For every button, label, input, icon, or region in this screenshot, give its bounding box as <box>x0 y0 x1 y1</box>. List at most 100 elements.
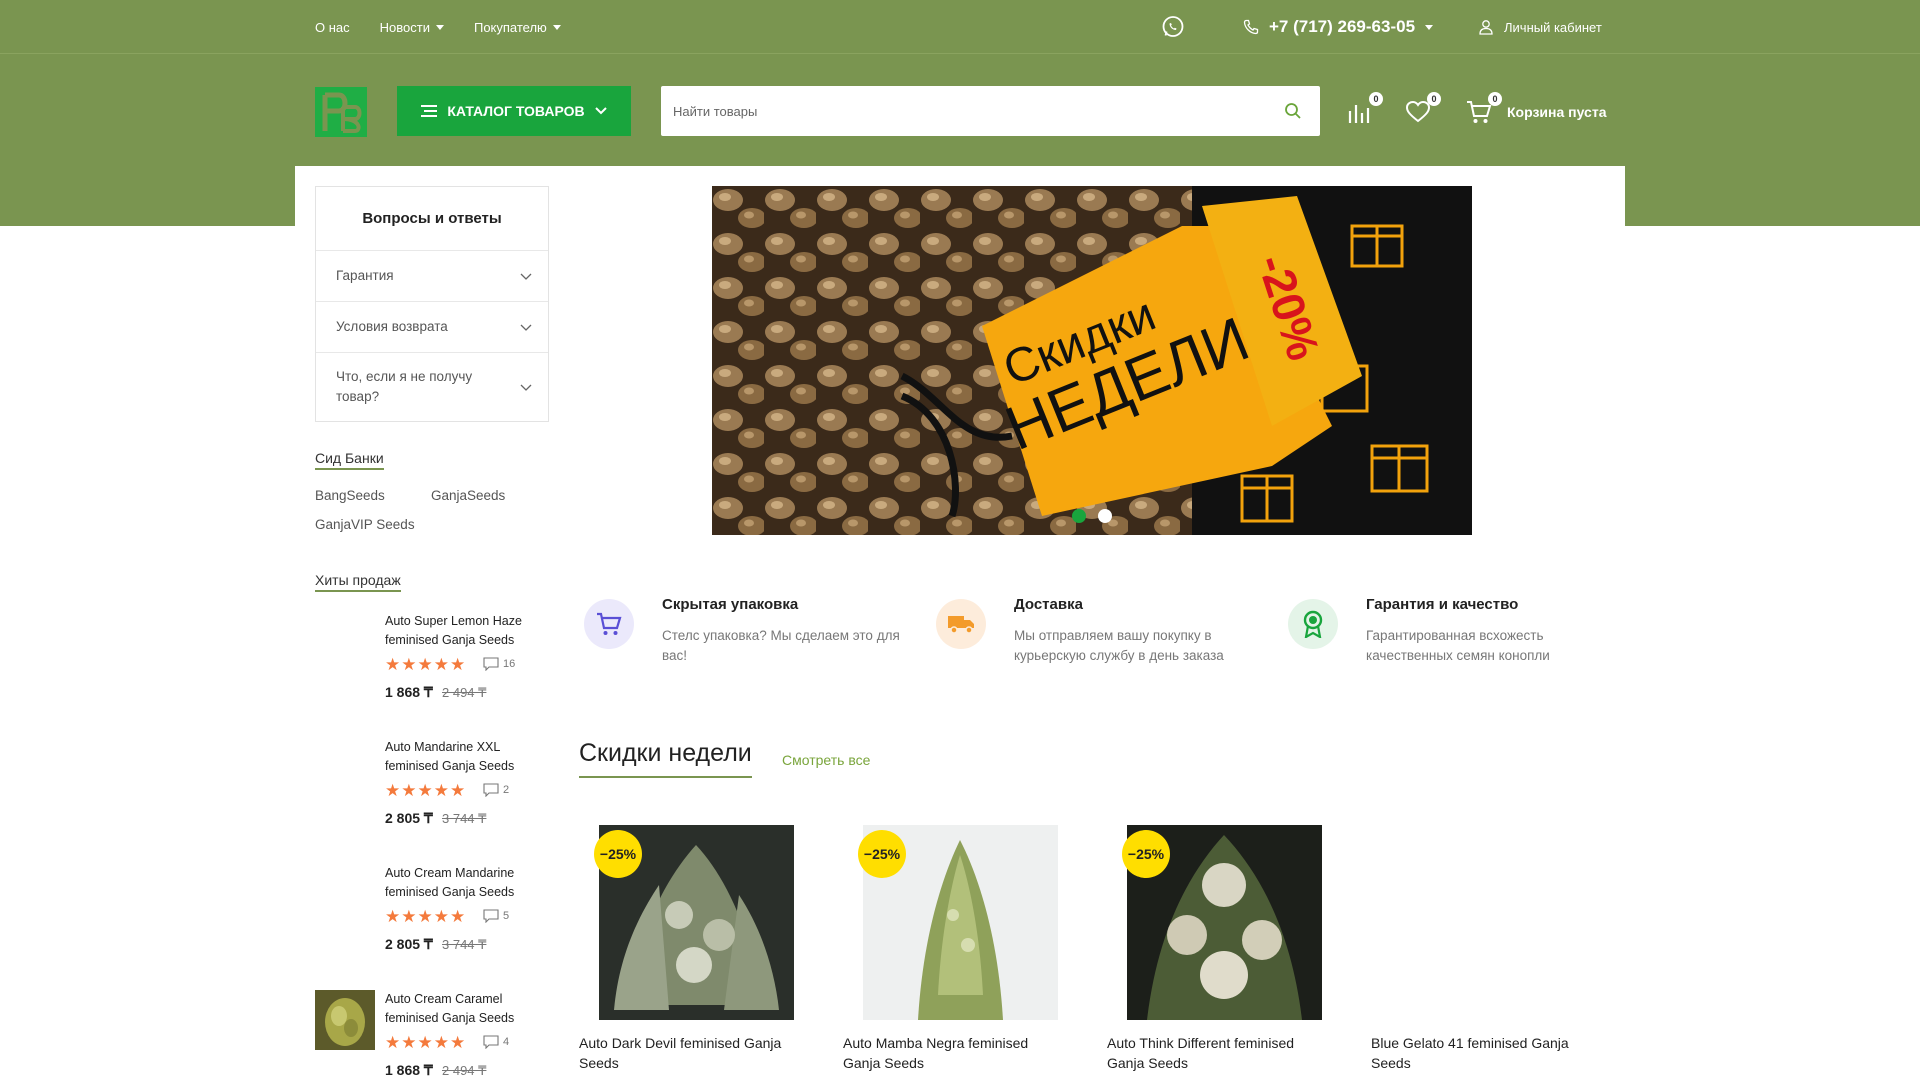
cart-button[interactable]: 0 <box>1466 92 1502 125</box>
rating-stars: ★ ★ ★ ★ ★ <box>385 655 466 674</box>
nav-label: Новости <box>379 19 430 35</box>
comment-icon <box>483 657 499 671</box>
feature-text: Гарантированная всхожесть качественных с… <box>1366 628 1550 663</box>
chevron-down-icon <box>1425 24 1434 30</box>
discounts-title: Скидки недели <box>579 739 752 778</box>
product-name[interactable]: Blue Gelato 41 feminised Ganja Seeds <box>1371 1033 1586 1073</box>
reviews-count[interactable]: 5 <box>483 909 509 923</box>
account-link[interactable]: Личный кабинет <box>1478 0 1602 54</box>
price: 1 868 ₸ <box>385 684 433 700</box>
whatsapp-icon[interactable] <box>1161 15 1185 39</box>
truck-icon <box>936 599 986 649</box>
rating-stars: ★ ★ ★ ★ ★ <box>385 1033 466 1052</box>
reviews-count[interactable]: 2 <box>483 783 509 797</box>
search-icon[interactable] <box>1284 102 1302 120</box>
bestseller-item[interactable]: Auto Mandarine XXL feminised Ganja Seeds… <box>315 738 555 838</box>
seed-bank-link[interactable]: BangSeeds <box>315 488 385 503</box>
menu-icon <box>421 105 438 117</box>
compare-icon <box>1348 105 1370 123</box>
feature-stealth: Скрытая упаковка Стелс упаковка? Мы сдел… <box>584 593 924 673</box>
product-card[interactable]: −25% Auto Dark Devil feminised Ganja See… <box>579 825 809 1080</box>
nav-item-about[interactable]: О нас <box>315 20 350 35</box>
cart-icon <box>584 599 634 649</box>
rating-stars: ★ ★ ★ ★ ★ <box>385 907 466 926</box>
feature-text: Стелс упаковка? Мы сделаем это для вас! <box>662 628 900 663</box>
comment-icon <box>483 909 499 923</box>
faq-title: Вопросы и ответы <box>316 187 548 251</box>
reviews-count[interactable]: 16 <box>483 657 515 671</box>
slider-dots <box>1072 509 1112 523</box>
product-name[interactable]: Auto Super Lemon Haze feminised Ganja Se… <box>385 612 545 650</box>
faq-item[interactable]: Гарантия <box>316 251 548 302</box>
feature-title: Доставка <box>1014 596 1083 613</box>
faq-question: Условия возврата <box>336 319 448 334</box>
seed-bank-link[interactable]: GanjaVIP Seeds <box>315 517 415 532</box>
rating-stars: ★ ★ ★ ★ ★ <box>385 781 466 800</box>
faq-item[interactable]: Условия возврата <box>316 302 548 353</box>
seed-banks-title[interactable]: Сид Банки <box>315 450 384 470</box>
top-nav: О нас Новости Покупателю <box>315 0 561 54</box>
bestseller-item[interactable]: Auto Cream Mandarine feminised Ganja See… <box>315 864 555 964</box>
product-thumbnail[interactable] <box>315 990 375 1050</box>
product-name[interactable]: Auto Cream Mandarine feminised Ganja See… <box>385 864 545 902</box>
search-input[interactable] <box>661 86 1251 136</box>
bestsellers-title[interactable]: Хиты продаж <box>315 572 401 592</box>
comment-icon <box>483 783 499 797</box>
promo-banner[interactable]: Скидки НЕДЕЛИ -20% <box>712 186 1472 535</box>
price: 2 805 ₸ <box>385 810 433 826</box>
user-icon <box>1479 20 1493 35</box>
account-label: Личный кабинет <box>1504 19 1602 35</box>
nav-label: О нас <box>315 19 350 35</box>
wishlist-count: 0 <box>1427 92 1441 106</box>
product-name[interactable]: Auto Mandarine XXL feminised Ganja Seeds <box>385 738 545 776</box>
top-bar: О нас Новости Покупателю +7 (717) 269-63… <box>0 0 1920 54</box>
site-logo[interactable] <box>315 87 367 137</box>
product-name[interactable]: Auto Cream Caramel feminised Ganja Seeds <box>385 990 545 1028</box>
product-name[interactable]: Auto Mamba Negra feminised Ganja Seeds <box>843 1033 1058 1073</box>
cart-label[interactable]: Корзина пуста <box>1507 99 1606 125</box>
bestseller-item[interactable]: Auto Cream Caramel feminised Ganja Seeds… <box>315 990 555 1090</box>
compare-button[interactable]: 0 <box>1347 92 1383 125</box>
wishlist-button[interactable]: 0 <box>1405 92 1441 125</box>
old-price: 3 744 ₸ <box>442 937 487 952</box>
chevron-down-icon <box>552 24 561 30</box>
see-all-link[interactable]: Смотреть все <box>782 752 870 768</box>
product-card[interactable]: Blue Gelato 41 feminised Ganja Seeds <box>1371 825 1601 1080</box>
reviews-number: 2 <box>503 784 510 796</box>
price: 2 805 ₸ <box>385 936 433 952</box>
chevron-down-icon <box>594 107 607 115</box>
sale-badge: −25% <box>858 830 906 878</box>
slider-dot-active[interactable] <box>1072 509 1086 523</box>
feature-text: Мы отправляем вашу покупку в курьерскую … <box>1014 628 1224 663</box>
seed-bank-link[interactable]: GanjaSeeds <box>431 488 505 503</box>
reviews-count[interactable]: 4 <box>483 1035 509 1049</box>
product-card[interactable]: −25% Auto Think Different feminised Ganj… <box>1107 825 1337 1080</box>
bestseller-item[interactable]: Auto Super Lemon Haze feminised Ganja Se… <box>315 612 555 712</box>
compare-count: 0 <box>1369 92 1383 106</box>
nav-item-news[interactable]: Новости <box>380 20 444 35</box>
chevron-down-icon <box>520 384 532 391</box>
feature-title: Скрытая упаковка <box>662 596 799 613</box>
product-name[interactable]: Auto Dark Devil feminised Ganja Seeds <box>579 1033 794 1073</box>
nav-item-customer[interactable]: Покупателю <box>474 20 561 35</box>
phone-link[interactable]: +7 (717) 269-63-05 <box>1243 0 1434 54</box>
comment-icon <box>483 1035 499 1049</box>
reviews-number: 16 <box>503 658 516 670</box>
sale-badge: −25% <box>1122 830 1170 878</box>
heart-icon <box>1405 100 1431 123</box>
chevron-down-icon <box>435 24 444 30</box>
faq-item[interactable]: Что, если я не получу товар? <box>316 353 548 421</box>
banner-graphic: Скидки НЕДЕЛИ -20% <box>712 186 1472 535</box>
old-price: 2 494 ₸ <box>442 685 487 700</box>
search-box <box>661 86 1320 136</box>
catalog-button[interactable]: КАТАЛОГ ТОВАРОВ <box>397 86 631 136</box>
product-name[interactable]: Auto Think Different feminised Ganja See… <box>1107 1033 1322 1073</box>
faq-question: Что, если я не получу товар? <box>336 369 473 404</box>
main-header: КАТАЛОГ ТОВАРОВ 0 0 0 Корзина пуста <box>0 54 1920 164</box>
phone-number: +7 (717) 269-63-05 <box>1269 17 1416 36</box>
cart-count: 0 <box>1488 92 1502 106</box>
product-card[interactable]: −25% Auto Mamba Negra feminised Ganja Se… <box>843 825 1073 1080</box>
slider-dot[interactable] <box>1098 509 1112 523</box>
chevron-down-icon <box>520 273 532 280</box>
faq-widget: Вопросы и ответы Гарантия Условия возвра… <box>315 186 549 422</box>
